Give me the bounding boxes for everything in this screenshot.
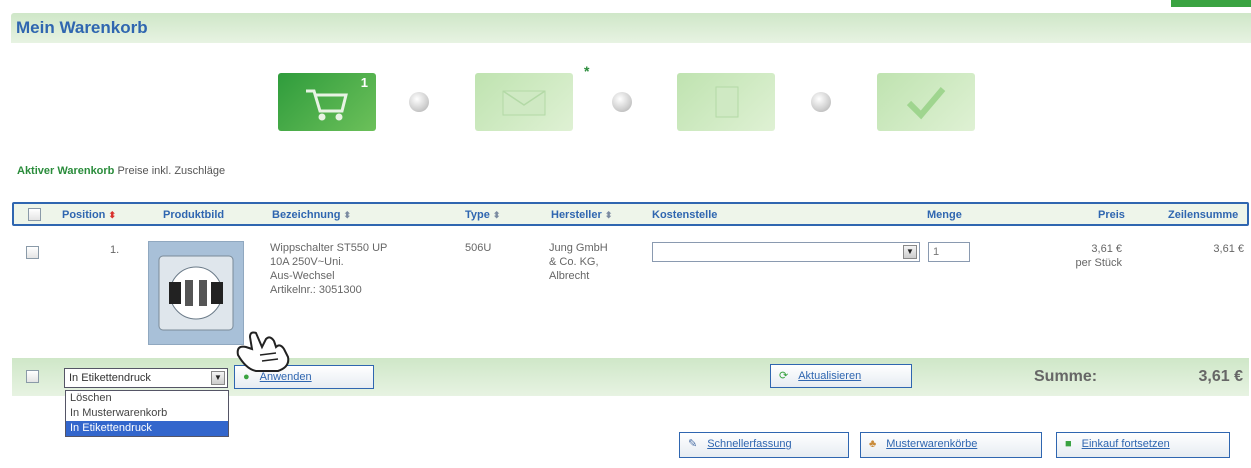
step-separator-dot — [811, 92, 831, 112]
bulk-action-select[interactable]: In Etikettendruck ▼ — [64, 368, 228, 388]
cart-info-line: Aktiver Warenkorb Preise inkl. Zuschläge — [17, 165, 225, 177]
sample-cart-icon: ♣ — [869, 438, 877, 451]
shopping-cart-icon: ■ — [1065, 438, 1072, 451]
product-image[interactable] — [148, 241, 244, 345]
product-name-line: Aus-Wechsel — [270, 270, 335, 282]
edit-icon: ✎ — [688, 438, 698, 451]
sort-icon: ⬍ — [108, 210, 116, 220]
hand-cursor-icon — [236, 331, 290, 372]
quick-entry-button[interactable]: ✎ Schnellerfassung — [679, 432, 849, 458]
col-name-label: Bezeichnung — [272, 209, 341, 221]
refresh-icon: ⟳ — [779, 370, 789, 383]
update-button-label: Aktualisieren — [798, 370, 862, 382]
sum-value: 3,61 € — [1198, 368, 1243, 385]
article-number: Artikelnr.: 3051300 — [270, 284, 362, 296]
update-button[interactable]: ⟳ Aktualisieren — [770, 364, 912, 388]
col-manufacturer-label: Hersteller — [551, 209, 602, 221]
bulk-checkbox[interactable] — [26, 370, 39, 383]
step-delivery[interactable] — [475, 73, 573, 131]
product-name: Wippschalter ST550 UP 10A 250V~Uni. Aus-… — [270, 241, 387, 297]
sample-carts-button[interactable]: ♣ Musterwarenkörbe — [860, 432, 1042, 458]
col-image: Produktbild — [163, 209, 225, 221]
envelope-icon — [502, 90, 546, 116]
page-title: Mein Warenkorb — [16, 18, 148, 37]
col-position-label: Position — [62, 209, 106, 221]
dropdown-option-sample-cart[interactable]: In Musterwarenkorb — [66, 406, 228, 421]
switch-product-icon — [158, 255, 234, 331]
top-corner-tab — [1171, 0, 1251, 7]
col-quantity: Menge — [927, 209, 962, 221]
sort-icon: ⬍ — [492, 210, 501, 220]
col-manufacturer[interactable]: Hersteller ⬍ — [551, 209, 612, 221]
unit-price-unit: per Stück — [1075, 257, 1122, 269]
document-icon — [715, 86, 739, 118]
price-note: Preise inkl. Zuschläge — [114, 165, 226, 177]
row-checkbox[interactable] — [26, 246, 39, 259]
step-cart[interactable]: 1 — [278, 73, 376, 131]
chevron-down-icon: ▼ — [903, 245, 917, 259]
checkmark-icon — [906, 87, 946, 120]
manufacturer-line: & Co. KG, — [549, 256, 599, 268]
sort-icon: ⬍ — [343, 210, 352, 220]
bulk-action-dropdown: Löschen In Musterwarenkorb In Etikettend… — [65, 390, 229, 437]
col-type-label: Type — [465, 209, 490, 221]
step-confirm[interactable] — [877, 73, 975, 131]
shopping-cart-icon — [306, 89, 348, 121]
active-cart-label: Aktiver Warenkorb — [17, 165, 115, 177]
select-all-checkbox[interactable] — [28, 208, 41, 221]
col-line-total: Zeilensumme — [1168, 209, 1239, 221]
product-manufacturer: Jung GmbH & Co. KG, Albrecht — [549, 241, 608, 283]
unit-price-value: 3,61 € — [1091, 243, 1122, 255]
product-name-line: 10A 250V~Uni. — [270, 256, 344, 268]
continue-shopping-label: Einkauf fortsetzen — [1081, 438, 1170, 450]
manufacturer-line: Jung GmbH — [549, 242, 608, 254]
cost-center-select[interactable]: ▼ — [652, 242, 920, 262]
checkout-steps: 1 * — [278, 63, 978, 133]
col-cost-center: Kostenstelle — [652, 209, 718, 221]
step-required-asterisk: * — [584, 63, 590, 79]
chevron-down-icon: ▼ — [211, 371, 225, 385]
sample-carts-label: Musterwarenkörbe — [886, 438, 978, 450]
continue-shopping-button[interactable]: ■ Einkauf fortsetzen — [1056, 432, 1230, 458]
cart-header: Mein Warenkorb — [11, 13, 1251, 43]
quick-entry-label: Schnellerfassung — [707, 438, 792, 450]
col-name[interactable]: Bezeichnung ⬍ — [272, 209, 351, 221]
dropdown-option-label-print[interactable]: In Etikettendruck — [66, 421, 228, 436]
step-separator-dot — [409, 92, 429, 112]
sum-label: Summe: — [1034, 368, 1098, 385]
step-review[interactable] — [677, 73, 775, 131]
col-price: Preis — [1098, 209, 1125, 221]
line-total: 3,61 € — [1213, 243, 1244, 255]
col-position[interactable]: Position ⬍ — [62, 209, 116, 221]
table-header: Position ⬍ Produktbild Bezeichnung ⬍ Typ… — [12, 202, 1249, 226]
bulk-action-value: In Etikettendruck — [69, 372, 151, 384]
sort-icon: ⬍ — [604, 210, 613, 220]
unit-price: 3,61 € per Stück — [1052, 242, 1122, 270]
step-separator-dot — [612, 92, 632, 112]
quantity-input[interactable]: 1 — [928, 242, 970, 262]
cart-count-badge: 1 — [360, 75, 368, 90]
product-type: 506U — [465, 242, 492, 254]
manufacturer-line: Albrecht — [549, 270, 590, 282]
table-row: 1. Wippschalter ST550 UP 10A 250V~Uni. A… — [12, 232, 1249, 348]
col-type[interactable]: Type ⬍ — [465, 209, 500, 221]
row-position: 1. — [110, 244, 120, 256]
product-name-line: Wippschalter ST550 UP — [270, 242, 388, 254]
dropdown-option-delete[interactable]: Löschen — [66, 391, 228, 406]
